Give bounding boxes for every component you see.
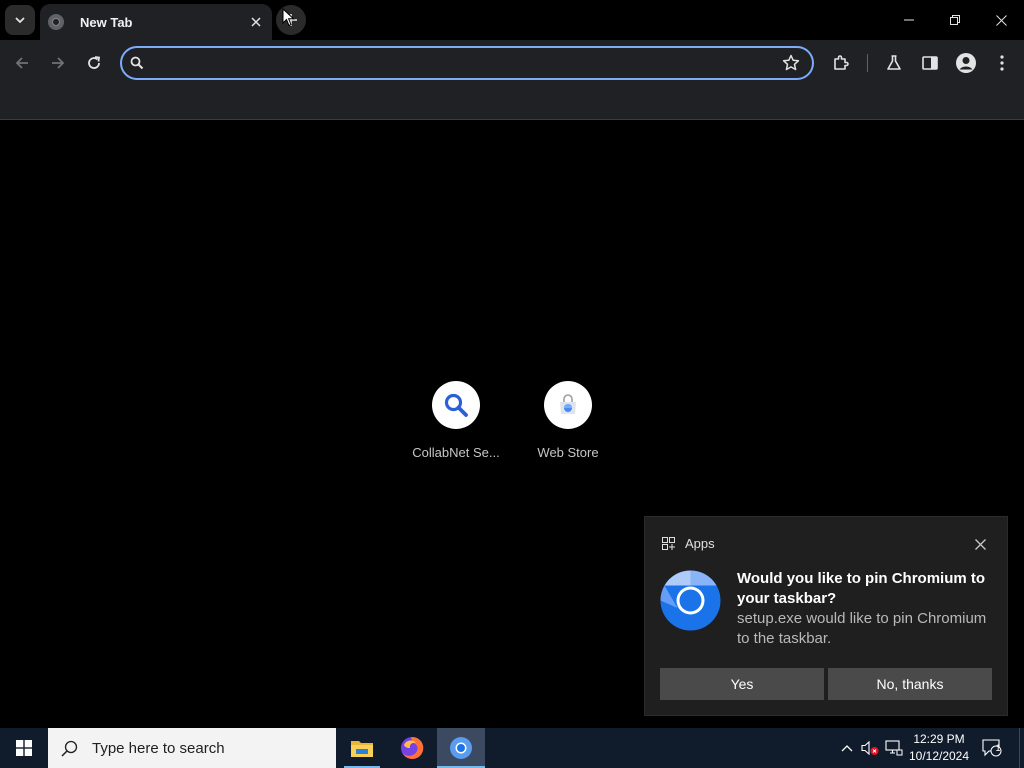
avatar-icon <box>956 53 976 73</box>
tab-search-button[interactable] <box>5 5 35 35</box>
shortcut-label: CollabNet Se... <box>412 445 500 460</box>
extensions-button[interactable] <box>829 51 853 75</box>
chromium-logo-icon <box>660 570 721 631</box>
notification-close-button[interactable] <box>971 535 989 553</box>
side-panel-button[interactable] <box>918 51 942 75</box>
apps-icon <box>662 537 675 550</box>
show-hidden-icons-button[interactable] <box>837 738 857 758</box>
firefox-icon <box>401 736 424 759</box>
tab-title: New Tab <box>80 14 133 30</box>
volume-muted-icon <box>861 740 879 756</box>
close-icon <box>974 538 986 550</box>
clock-time: 12:29 PM <box>913 732 965 746</box>
new-tab-favicon-icon <box>48 14 64 30</box>
bookmarks-bar <box>0 86 1024 120</box>
notification-title: Would you like to pin Chromium to your t… <box>737 570 986 607</box>
windows-logo-icon <box>16 740 32 756</box>
taskbar: Type here to search 12:29 PM 10/12/2024 … <box>0 728 1024 768</box>
file-explorer-icon <box>351 741 373 757</box>
notification-app-name: Apps <box>685 536 715 551</box>
tab-new-tab[interactable]: New Tab <box>40 4 272 40</box>
minimize-icon <box>904 19 914 21</box>
network-icon <box>885 740 903 756</box>
search-icon <box>444 393 468 417</box>
taskbar-app-chromium[interactable] <box>437 728 485 768</box>
network-button[interactable] <box>884 738 904 758</box>
taskbar-app-file-explorer[interactable] <box>338 728 386 768</box>
volume-button[interactable] <box>860 738 880 758</box>
reload-icon <box>88 56 101 69</box>
taskbar-search-placeholder: Type here to search <box>92 739 225 757</box>
tab-strip: New Tab <box>0 0 1024 40</box>
search-icon <box>61 740 78 757</box>
shortcut-label: Web Store <box>537 445 599 460</box>
profile-button[interactable] <box>954 51 978 75</box>
arrow-left-icon <box>15 57 28 69</box>
taskbar-search-box[interactable]: Type here to search <box>48 728 336 768</box>
more-vertical-icon <box>1000 55 1004 71</box>
forward-button[interactable] <box>44 49 72 77</box>
omnibox[interactable] <box>120 46 814 80</box>
arrow-right-icon <box>52 57 65 69</box>
restore-button[interactable] <box>932 0 978 40</box>
menu-button[interactable] <box>990 51 1014 75</box>
tab-close-button[interactable] <box>246 12 266 32</box>
search-icon <box>130 56 144 70</box>
start-button[interactable] <box>0 728 48 768</box>
close-icon <box>251 17 261 27</box>
yes-button[interactable]: Yes <box>660 668 824 700</box>
no-thanks-button[interactable]: No, thanks <box>828 668 992 700</box>
close-window-button[interactable] <box>978 0 1024 40</box>
back-button[interactable] <box>8 49 36 77</box>
restore-icon <box>950 15 960 25</box>
reload-button[interactable] <box>80 49 108 77</box>
shortcut-icon-circle <box>432 381 480 429</box>
web-store-icon <box>560 394 576 414</box>
chevron-down-icon <box>15 17 25 24</box>
chevron-up-icon <box>841 745 853 752</box>
shortcut-icon-circle <box>544 381 592 429</box>
mouse-cursor-icon <box>282 8 295 27</box>
shortcut-tile-collabnet[interactable]: CollabNet Se... <box>400 381 512 460</box>
chromium-icon <box>450 737 472 759</box>
show-desktop-button[interactable] <box>1019 728 1020 768</box>
taskbar-app-firefox[interactable] <box>388 728 436 768</box>
flask-icon <box>887 55 901 70</box>
notification-count: 1 <box>995 743 1001 753</box>
notification-body: setup.exe would like to pin Chromium to … <box>737 610 987 647</box>
clock-date: 10/12/2024 <box>908 749 970 763</box>
address-input[interactable] <box>154 52 774 74</box>
labs-button[interactable] <box>882 51 906 75</box>
toolbar-separator <box>867 54 868 72</box>
bookmark-star-icon[interactable] <box>782 54 800 72</box>
taskbar-clock[interactable]: 12:29 PM 10/12/2024 <box>906 731 972 765</box>
side-panel-icon <box>922 56 938 70</box>
shortcut-tile-web-store[interactable]: Web Store <box>512 381 624 460</box>
puzzle-piece-icon <box>834 55 849 70</box>
close-icon <box>995 14 1007 26</box>
action-center-button[interactable]: 1 <box>982 738 1002 758</box>
pin-to-taskbar-notification: Apps Would you like to pin Chromium to y… <box>644 516 1008 716</box>
minimize-button[interactable] <box>886 0 932 40</box>
toolbar <box>0 40 1024 86</box>
